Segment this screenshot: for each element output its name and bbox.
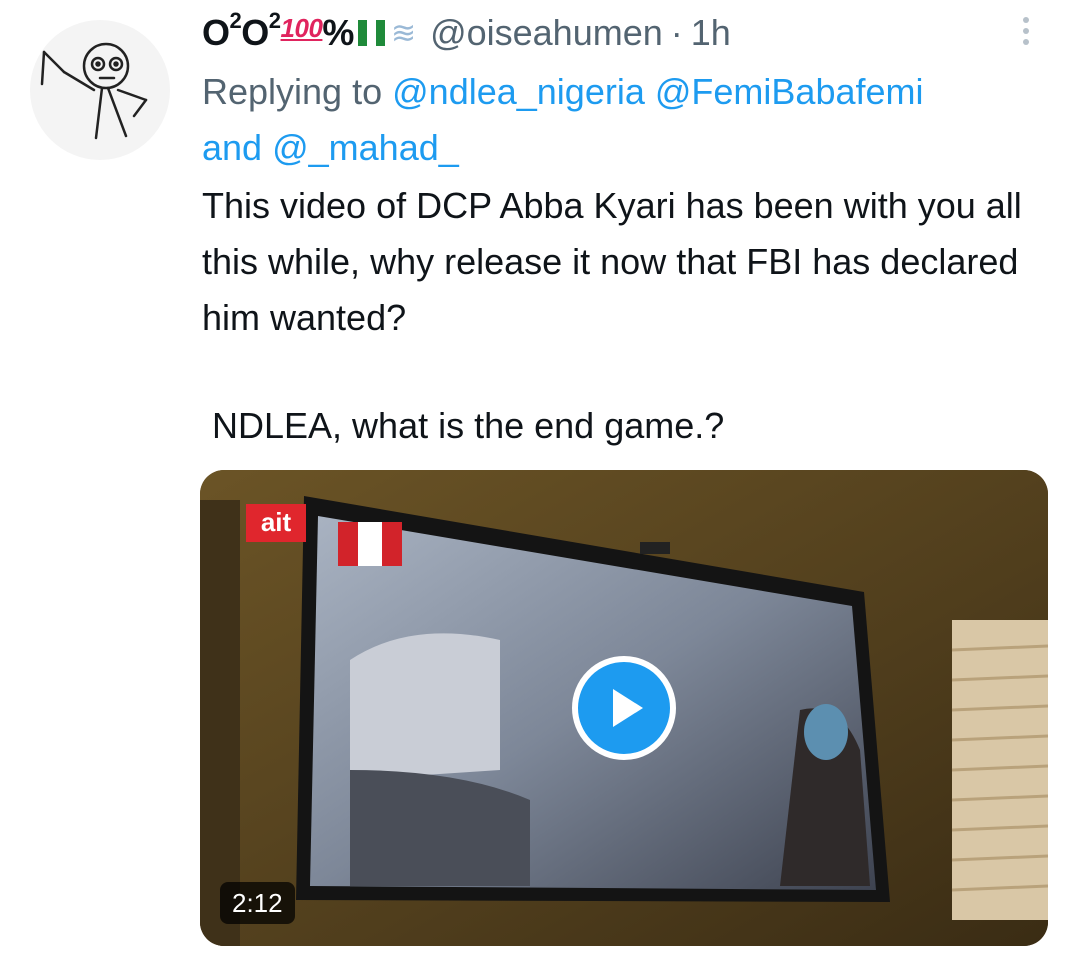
replying-to: Replying to @ndlea_nigeria @FemiBabafemi… — [202, 64, 1062, 176]
user-handle[interactable]: @oiseahumen — [430, 12, 663, 54]
tweet[interactable]: O2O2100% ≋ @oiseahumen · 1h Replying to … — [0, 0, 1080, 963]
display-name[interactable]: O2O2100% — [202, 8, 354, 54]
mention-link[interactable]: @_mahad_ — [272, 127, 459, 168]
display-name-sup: 2 — [229, 8, 242, 33]
play-icon[interactable] — [572, 656, 676, 760]
more-vertical-icon[interactable] — [1008, 8, 1044, 54]
nigeria-flag-icon — [357, 20, 385, 46]
mention-joiner[interactable]: and — [202, 127, 262, 168]
video-duration: 2:12 — [220, 882, 295, 924]
video-player[interactable]: ait 2:12 — [200, 470, 1048, 946]
tweet-text: This video of DCP Abba Kyari has been wi… — [202, 178, 1062, 346]
avatar[interactable] — [30, 20, 170, 160]
replying-to-label: Replying to — [202, 71, 383, 112]
display-name-sup: 2 — [268, 8, 281, 33]
timestamp[interactable]: 1h — [691, 12, 731, 54]
mention-link[interactable]: @FemiBabafemi — [655, 71, 924, 112]
tweet-header: O2O2100% ≋ @oiseahumen · 1h — [202, 8, 731, 58]
channel-logo: ait — [246, 504, 306, 542]
dash-emoji-icon: ≋ — [390, 16, 417, 50]
display-name-part: O — [241, 12, 269, 53]
tweet-paragraph: This video of DCP Abba Kyari has been wi… — [202, 185, 1022, 338]
avatar-drawing — [40, 42, 148, 140]
display-name-part: O — [202, 12, 230, 53]
tweet-paragraph: NDLEA, what is the end game.? — [212, 405, 725, 446]
hundred-emoji: 100 — [280, 13, 323, 43]
separator-dot: · — [670, 12, 683, 53]
mention-link[interactable]: @ndlea_nigeria — [392, 71, 645, 112]
display-name-part: % — [322, 12, 354, 53]
